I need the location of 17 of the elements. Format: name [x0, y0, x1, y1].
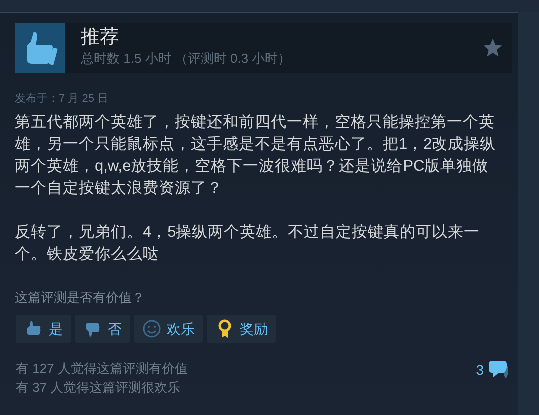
star-icon[interactable]: [482, 37, 504, 59]
smiley-icon: [142, 319, 162, 339]
comment-icon[interactable]: [488, 359, 510, 381]
review-paragraph: 反转了，兄弟们。4，5操纵两个英雄。不过自定按键真的可以来一个。铁皮爱你么么哒: [15, 222, 482, 264]
comment-count[interactable]: 3: [476, 360, 484, 380]
post-date: 发布于：7 月 25 日: [15, 92, 110, 107]
vote-stat: 有 127 人觉得这篇评测有价值: [16, 360, 188, 378]
review-paragraph: 第五代都两个英雄了，按键还和前四代一样，空格只能操控第一个英雄，另一个只能鼠标点，这手感是不是有点恶心了。把1，2改成操纵两个英雄，q,w,e放技能，空格下一波很难吗？还是说给PC版单独做一个自定按键太浪费资源了？: [15, 112, 498, 198]
vote-button[interactable]: 否: [75, 315, 130, 343]
vote-button[interactable]: 是: [16, 315, 71, 343]
vote-button[interactable]: 奖励: [207, 315, 276, 343]
verdict-title: 推荐: [81, 28, 120, 49]
playtime-text: 总时数 1.5 小时 （评测时 0.3 小时）: [81, 50, 292, 68]
thumbs-up-icon: [15, 23, 65, 73]
helpful-question: 这篇评测是否有价值？: [15, 288, 146, 306]
vote-stat: 有 37 人觉得这篇评测很欢乐: [16, 379, 182, 397]
vote-button[interactable]: 欢乐: [134, 315, 203, 343]
